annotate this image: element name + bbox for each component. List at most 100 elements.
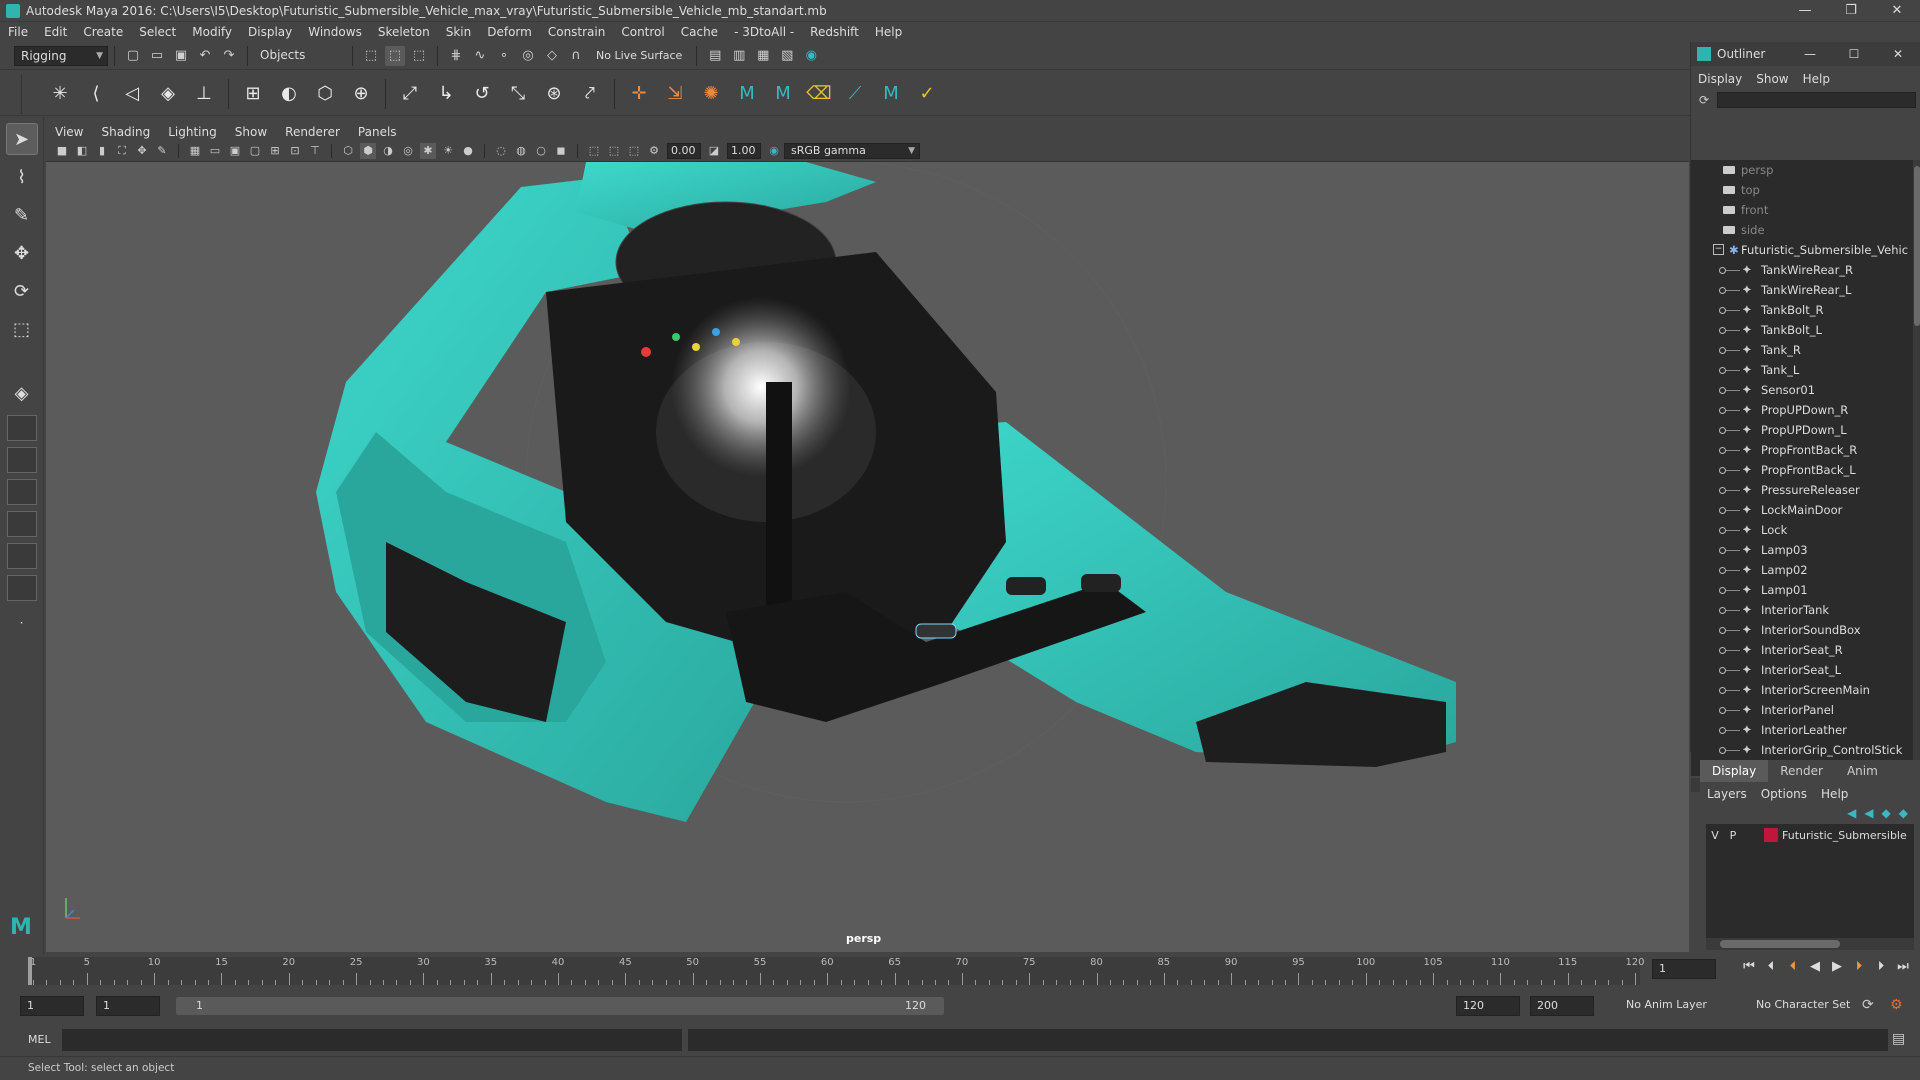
tab-render[interactable]: Render	[1768, 760, 1835, 782]
expand-circle-icon[interactable]	[1719, 747, 1726, 754]
render-view-icon[interactable]: ▤	[705, 46, 725, 66]
list-item[interactable]: ⯌ InteriorSeat_R	[1691, 640, 1913, 660]
step-forward-frame-icon[interactable]: ⏵	[1870, 959, 1892, 974]
start-time-field[interactable]: 1	[20, 996, 84, 1016]
script-editor-icon[interactable]: ▤	[1892, 1031, 1905, 1047]
create-joint-icon[interactable]: ✳	[45, 79, 75, 109]
tab-display[interactable]: Display	[1700, 760, 1769, 782]
aim-constraint-icon[interactable]: ↳	[431, 79, 461, 109]
menu-deform[interactable]: Deform	[479, 22, 540, 42]
list-item[interactable]: ⯌ LockMainDoor	[1691, 500, 1913, 520]
playback-start-field[interactable]: 1	[96, 996, 160, 1016]
list-item[interactable]: ⯌ Lock	[1691, 520, 1913, 540]
locator-icon[interactable]: ✛	[624, 79, 654, 109]
menu-constrain[interactable]: Constrain	[540, 22, 614, 42]
list-item[interactable]: ⯌ Lamp01	[1691, 580, 1913, 600]
auto-key-icon[interactable]: ⚙	[1890, 997, 1903, 1013]
maya-tool-3-icon[interactable]: M	[876, 79, 906, 109]
outliner-menu-help[interactable]: Help	[1796, 70, 1837, 88]
range-slider-bar[interactable]: 1 120	[176, 997, 944, 1015]
menu-help[interactable]: Help	[867, 22, 910, 42]
expand-circle-icon[interactable]	[1719, 447, 1726, 454]
go-to-start-icon[interactable]: ⏮	[1738, 959, 1760, 974]
layer-menu-help[interactable]: Help	[1814, 784, 1855, 804]
time-slider-track[interactable]: 1 5 10 15 20 25 30 35 40 45 50 55 60 65 70 75 80 85 90 95 10…	[28, 957, 1645, 985]
list-item-camera[interactable]: side	[1691, 220, 1913, 240]
list-item[interactable]: ⯌ InteriorSeat_L	[1691, 660, 1913, 680]
new-layer-selected-icon[interactable]: ◆	[1899, 806, 1908, 820]
save-scene-icon[interactable]: ▣	[171, 46, 191, 66]
list-item[interactable]: ⯌ InteriorLeather	[1691, 720, 1913, 740]
layer-row[interactable]: V P Futuristic_Submersible	[1706, 824, 1914, 846]
safe-title-icon[interactable]: ⊤	[307, 143, 323, 159]
step-back-frame-icon[interactable]: ⏴	[1760, 959, 1782, 974]
paint-weights-icon[interactable]: ◐	[274, 79, 304, 109]
move-layer-down-icon[interactable]: ◀	[1864, 806, 1873, 820]
menu-modify[interactable]: Modify	[184, 22, 240, 42]
expand-circle-icon[interactable]	[1719, 687, 1726, 694]
camera-attributes-icon[interactable]: ◧	[74, 143, 90, 159]
list-item[interactable]: ⯌ TankWireRear_R	[1691, 260, 1913, 280]
expand-circle-icon[interactable]	[1719, 267, 1726, 274]
layer-visibility-toggle[interactable]: V	[1706, 829, 1724, 842]
maximize-button[interactable]: ❐	[1828, 0, 1874, 22]
scrollbar-thumb[interactable]	[1914, 166, 1920, 326]
menu-edit[interactable]: Edit	[36, 22, 75, 42]
safe-action-icon[interactable]: ⊡	[287, 143, 303, 159]
menu-skin[interactable]: Skin	[438, 22, 480, 42]
list-item[interactable]: ⯌ PropUPDown_R	[1691, 400, 1913, 420]
end-time-field[interactable]: 200	[1530, 996, 1594, 1016]
exposure-field[interactable]: 0.00	[667, 142, 701, 159]
joint-tool-icon[interactable]: ✺	[696, 79, 726, 109]
list-item[interactable]: ⯌ Lamp03	[1691, 540, 1913, 560]
menu-control[interactable]: Control	[613, 22, 672, 42]
render-frame-icon[interactable]: ▥	[729, 46, 749, 66]
layout-two-view-icon[interactable]	[6, 447, 37, 473]
character-set-dropdown[interactable]: No Character Set	[1750, 996, 1870, 1016]
play-backwards-icon[interactable]: ◀	[1804, 959, 1826, 974]
lattice-icon[interactable]: ⬡	[310, 79, 340, 109]
panel-menu-lighting[interactable]: Lighting	[159, 124, 226, 140]
resolution-gate-icon[interactable]: ▣	[227, 143, 243, 159]
step-forward-key-icon[interactable]: ⏵	[1848, 959, 1870, 974]
list-item-camera[interactable]: persp	[1691, 160, 1913, 180]
live-surface-label[interactable]: No Live Surface	[596, 49, 682, 62]
orient-constraint-icon[interactable]: ↺	[467, 79, 497, 109]
gate-mask-icon[interactable]: ▢	[247, 143, 263, 159]
menu-windows[interactable]: Windows	[300, 22, 370, 42]
smooth-shade-icon[interactable]: ⬢	[360, 142, 376, 159]
list-item[interactable]: ⯌ Tank_L	[1691, 360, 1913, 380]
outliner-minimize-button[interactable]: —	[1788, 47, 1832, 61]
panel-menu-view[interactable]: View	[46, 124, 92, 140]
isolate-select-icon[interactable]: ◼	[553, 143, 569, 159]
pole-vector-icon[interactable]: ⤤	[575, 79, 605, 109]
wireframe-icon[interactable]: ⬡	[340, 143, 356, 159]
expand-circle-icon[interactable]	[1719, 527, 1726, 534]
menu-set-dropdown[interactable]: Rigging ▼	[14, 45, 108, 66]
play-forwards-icon[interactable]: ▶	[1826, 959, 1848, 974]
snap-surface-icon[interactable]: ◇	[542, 46, 562, 66]
undo-icon[interactable]: ↶	[195, 46, 215, 66]
wireframe-on-shaded-icon[interactable]: ◑	[380, 143, 396, 159]
outliner-close-button[interactable]: ✕	[1876, 47, 1920, 61]
driven-key-icon[interactable]: ⌫	[804, 79, 834, 109]
blend-shape-icon[interactable]: ⟋	[840, 79, 870, 109]
step-back-key-icon[interactable]: ⏴	[1782, 959, 1804, 974]
use-all-lights-icon[interactable]: ✱	[420, 142, 436, 159]
grease-pencil-icon[interactable]: ✎	[154, 143, 170, 159]
expand-circle-icon[interactable]	[1719, 327, 1726, 334]
motion-blur-icon[interactable]: ◌	[493, 143, 509, 159]
textured-icon[interactable]: ◎	[400, 143, 416, 159]
new-empty-layer-icon[interactable]: ◆	[1882, 806, 1891, 820]
menu-cache[interactable]: Cache	[673, 22, 726, 42]
scrollbar-thumb[interactable]	[1720, 940, 1840, 948]
layout-four-view-icon[interactable]	[6, 415, 37, 441]
expand-circle-icon[interactable]	[1719, 427, 1726, 434]
layer-name[interactable]: Futuristic_Submersible	[1782, 829, 1907, 842]
layout-stack-icon[interactable]	[6, 543, 37, 569]
minimize-button[interactable]: —	[1782, 0, 1828, 22]
film-gate-icon[interactable]: ▭	[207, 143, 223, 159]
more-layouts-icon[interactable]: ·	[6, 607, 38, 639]
list-item-camera[interactable]: front	[1691, 200, 1913, 220]
close-button[interactable]: ✕	[1874, 0, 1920, 22]
